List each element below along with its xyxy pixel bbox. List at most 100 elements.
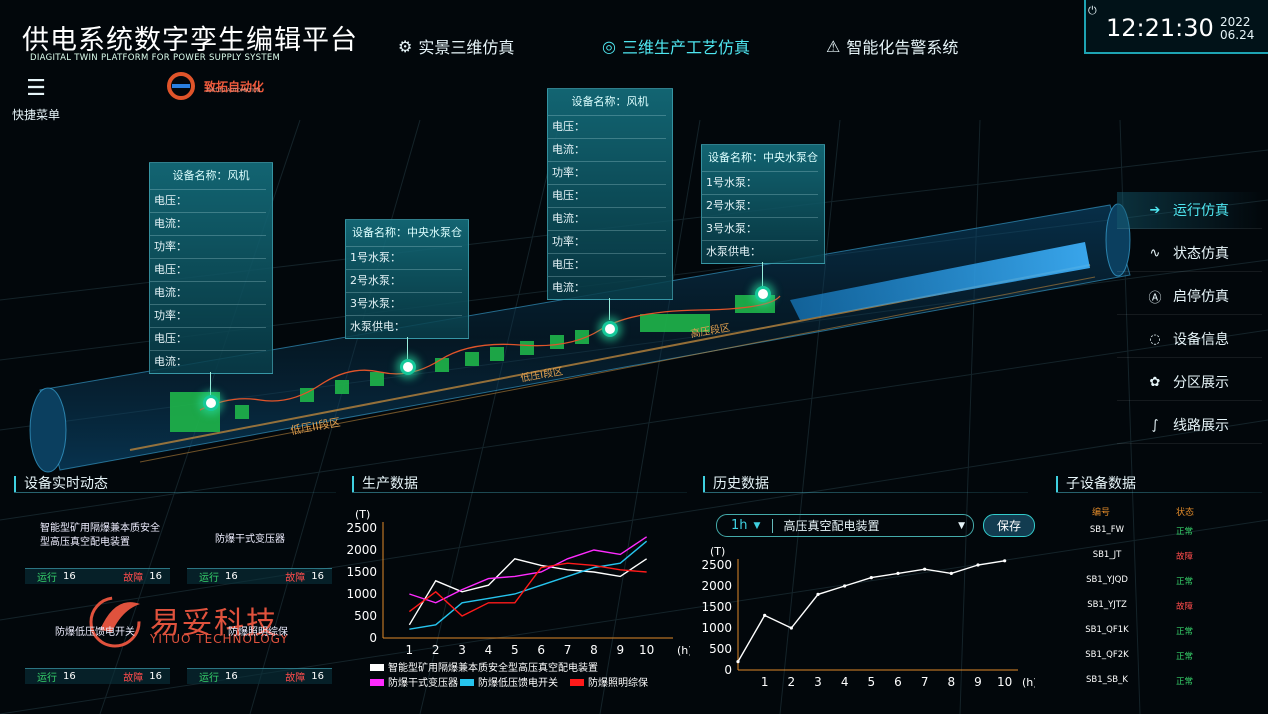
- leader-line: [210, 372, 211, 396]
- nav-alarm[interactable]: ⚠ 智能化告警系统: [826, 34, 958, 58]
- subdevice-id: SB1_SB_K: [1086, 675, 1128, 685]
- device-name: 防爆干式变压器: [215, 534, 285, 545]
- device-marker-fan-2[interactable]: [602, 321, 618, 337]
- series-line: [737, 560, 1005, 662]
- fault-count: 16: [311, 671, 324, 682]
- grid-icon: ✿: [1149, 374, 1161, 390]
- target-icon: ◎: [602, 36, 616, 56]
- x-tick-label: 4: [841, 675, 849, 689]
- fault-label: 故障: [285, 673, 306, 684]
- x-tick-label: 1: [406, 643, 414, 657]
- y-tick-label: 1500: [346, 565, 377, 579]
- col-header-id: 编号: [1092, 508, 1111, 518]
- subdevice-status: 故障: [1176, 602, 1194, 612]
- x-tick-label: 8: [948, 675, 956, 689]
- subdevice-status: 正常: [1176, 527, 1194, 537]
- section-underline: [1056, 492, 1262, 493]
- x-tick-label: 6: [537, 643, 545, 657]
- right-nav-run-sim[interactable]: ➔ 运行仿真: [1117, 192, 1262, 229]
- x-tick-label: 7: [564, 643, 572, 657]
- popup-row: 电流：: [150, 281, 266, 304]
- quick-menu-button[interactable]: ☰ 快捷菜单: [10, 78, 62, 123]
- x-tick-label: 1: [761, 675, 769, 689]
- leader-line: [407, 337, 408, 359]
- clock-time: 12:21:30: [1106, 14, 1214, 42]
- device-popup-fan-2: 设备名称：风机 电压： 电流： 功率： 电压： 电流： 功率： 电压： 电流：: [547, 88, 673, 300]
- page-subtitle: DIAGITAL TWIN PLATFORM FOR POWER SUPPLY …: [30, 53, 281, 63]
- leader-line: [609, 298, 610, 320]
- clock-year: 2022: [1220, 15, 1251, 29]
- fault-count: 16: [149, 571, 162, 582]
- device-marker-pump-2[interactable]: [755, 286, 771, 302]
- fault-label: 故障: [123, 573, 144, 584]
- chevron-down-icon[interactable]: ▼: [754, 521, 761, 531]
- data-point: [949, 571, 953, 575]
- device-marker-pump-1[interactable]: [400, 359, 416, 375]
- popup-row: 电流：: [548, 138, 666, 161]
- power-icon[interactable]: ⏻: [1088, 4, 1097, 18]
- data-point: [763, 613, 767, 617]
- data-point: [736, 660, 740, 664]
- right-nav-lines[interactable]: ∫ 线路展示: [1117, 407, 1262, 444]
- device-name: 防爆照明综保: [228, 627, 288, 638]
- subdevice-id: SB1_YJQD: [1086, 575, 1128, 585]
- company-logo: 致拓自动化 ZHITUO AUTOMATION: [162, 72, 264, 100]
- play-circle-icon: ➔: [1149, 202, 1161, 218]
- right-nav-zones[interactable]: ✿ 分区展示: [1117, 364, 1262, 401]
- x-tick-label: 5: [868, 675, 876, 689]
- subdevice-id: SB1_JT: [1092, 550, 1122, 560]
- x-tick-label: 7: [921, 675, 929, 689]
- nav-label: 实景三维仿真: [418, 38, 515, 57]
- x-tick-label: 10: [639, 643, 654, 657]
- production-chart: 0 500 1000 1500 2000 2500 1 2 3 4 5 6 7 8 9 10 (T) (h) 智能型…: [346, 508, 690, 689]
- popup-row: 2号水泵：: [702, 194, 818, 217]
- menu-icon: ☰: [26, 76, 46, 101]
- popup-row: 1号水泵：: [346, 246, 462, 269]
- subdevice-status: 正常: [1176, 627, 1194, 637]
- right-nav-state-sim[interactable]: ∿ 状态仿真: [1117, 235, 1262, 272]
- leader-line: [762, 262, 763, 286]
- popup-row: 电压：: [150, 258, 266, 281]
- chevron-down-icon[interactable]: ▼: [958, 521, 965, 531]
- x-tick-label: 3: [814, 675, 822, 689]
- y-tick-label: 2500: [701, 558, 732, 572]
- data-point: [816, 592, 820, 596]
- y-tick-label: 500: [354, 609, 377, 623]
- range-select[interactable]: 1h: [731, 518, 748, 533]
- divider: [772, 518, 774, 533]
- device-marker-fan-1[interactable]: [203, 395, 219, 411]
- device-select[interactable]: 高压真空配电装置: [783, 517, 879, 534]
- x-axis-label: (h): [677, 644, 690, 657]
- right-nav-startstop-sim[interactable]: Ⓐ 启停仿真: [1117, 278, 1262, 315]
- popup-title: 设备名称：中央水泵仓: [708, 151, 818, 164]
- fault-count: 16: [311, 571, 324, 582]
- right-nav-device-info[interactable]: ◌ 设备信息: [1117, 321, 1262, 358]
- y-tick-label: 2500: [346, 521, 377, 535]
- device-counter: 运行 16 故障 16: [187, 668, 332, 684]
- y-axis-label: (T): [710, 545, 725, 558]
- popup-row: 功率：: [150, 235, 266, 258]
- nav-3d-reality[interactable]: ⚙ 实景三维仿真: [398, 34, 514, 58]
- nav-label: 智能化告警系统: [846, 38, 959, 57]
- popup-row: 电流：: [548, 276, 666, 299]
- logo-icon: [167, 72, 195, 100]
- subdevice-id: SB1_FW: [1089, 525, 1125, 535]
- page-title: 供电系统数字孪生编辑平台: [22, 25, 358, 56]
- subdevice-status: 正常: [1176, 677, 1194, 687]
- section-underline: [14, 492, 336, 493]
- x-tick-label: 4: [485, 643, 493, 657]
- nav-3d-process[interactable]: ◎ 三维生产工艺仿真: [602, 34, 750, 58]
- right-nav-label: 运行仿真: [1173, 203, 1229, 219]
- popup-row: 水泵供电：: [702, 240, 818, 263]
- device-counter: 运行 16 故障 16: [25, 568, 170, 584]
- section-title-subdevices: 子设备数据: [1056, 476, 1136, 492]
- subdevice-status: 正常: [1176, 577, 1194, 587]
- save-button[interactable]: 保存: [983, 514, 1035, 537]
- run-count: 16: [225, 671, 238, 682]
- gear-icon: ⚙: [398, 36, 413, 56]
- nav-label: 三维生产工艺仿真: [621, 38, 750, 57]
- fault-count: 16: [149, 671, 162, 682]
- data-point: [923, 567, 927, 571]
- popup-row: 电流：: [548, 207, 666, 230]
- data-point: [896, 571, 900, 575]
